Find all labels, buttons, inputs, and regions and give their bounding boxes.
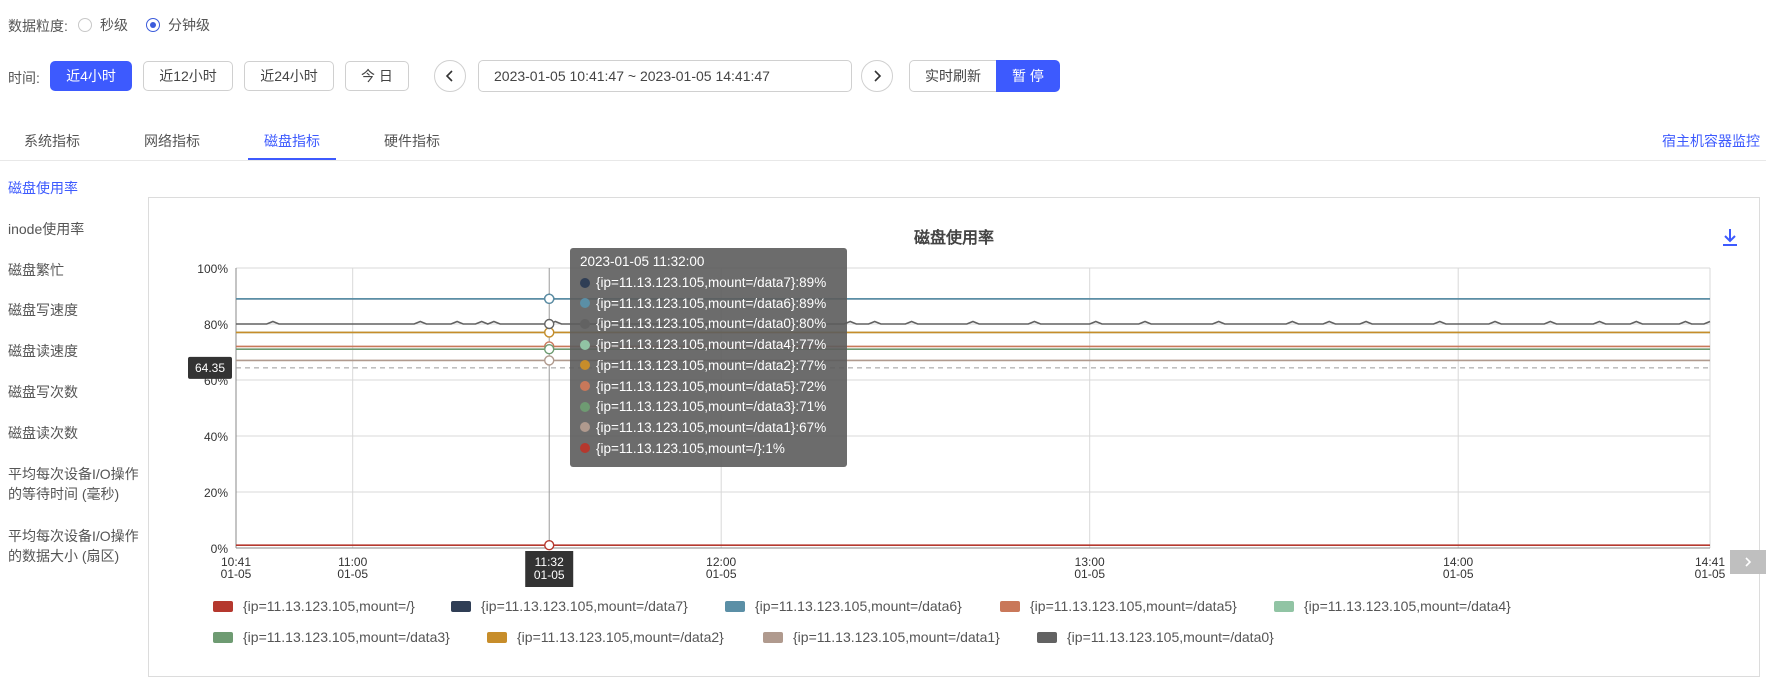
legend-item[interactable]: {ip=11.13.123.105,mount=/data4} [1274,598,1511,614]
tooltip-row-text: {ip=11.13.123.105,mount=/data5}:72% [596,378,827,394]
legend-item[interactable]: {ip=11.13.123.105,mount=/data2} [487,629,724,645]
tooltip-row-text: {ip=11.13.123.105,mount=/data2}:77% [596,357,827,373]
legend-item[interactable]: {ip=11.13.123.105,mount=/data3} [213,629,450,645]
tooltip-row-text: {ip=11.13.123.105,mount=/}:1% [596,440,785,456]
legend-swatch [213,631,233,643]
series-dot-icon [580,401,590,412]
y-tick-label: 100% [197,262,228,276]
legend-label: {ip=11.13.123.105,mount=/data6} [755,598,962,614]
tooltip-row: {ip=11.13.123.105,mount=/data6}:89% [580,296,826,311]
crosshair-point [544,293,555,304]
tooltip-row-text: {ip=11.13.123.105,mount=/data7}:89% [596,275,827,290]
legend-item[interactable]: {ip=11.13.123.105,mount=/data6} [725,598,962,614]
series-dot-icon [580,360,590,371]
legend-item[interactable]: {ip=11.13.123.105,mount=/data5} [1000,598,1237,614]
tooltip-row: {ip=11.13.123.105,mount=/}:1% [580,441,785,456]
y-tick-label: 0% [211,542,229,556]
legend-swatch [1037,631,1057,643]
x-tick-date: 01-05 [1443,567,1474,581]
tooltip-row-text: {ip=11.13.123.105,mount=/data3}:71% [596,399,827,415]
series-dot-icon [580,422,590,433]
legend-label: {ip=11.13.123.105,mount=/data7} [481,598,688,614]
legend-swatch [1000,600,1020,612]
reference-value-label: 64.35 [195,361,225,375]
tooltip-row: {ip=11.13.123.105,mount=/data2}:77% [580,358,826,373]
crosshair-point [544,344,555,355]
crosshair-date-label: 01-05 [534,568,565,582]
legend-swatch [213,600,233,612]
crosshair-point [544,355,555,366]
legend-label: {ip=11.13.123.105,mount=/data5} [1030,598,1237,614]
y-tick-label: 20% [204,486,228,500]
series-dot-icon [580,298,590,309]
y-tick-label: 40% [204,430,228,444]
legend-item[interactable]: {ip=11.13.123.105,mount=/} [213,598,415,614]
tooltip-row: {ip=11.13.123.105,mount=/data3}:71% [580,399,826,414]
legend-label: {ip=11.13.123.105,mount=/data2} [517,629,724,645]
x-tick-date: 01-05 [337,567,368,581]
legend-swatch [451,600,471,612]
legend-swatch [725,600,745,612]
x-tick-date: 01-05 [706,567,737,581]
tooltip-row-text: {ip=11.13.123.105,mount=/data6}:89% [596,295,827,311]
series-dot-icon [580,277,590,288]
legend-item[interactable]: {ip=11.13.123.105,mount=/data0} [1037,629,1274,645]
crosshair-point [544,318,555,330]
chart-tooltip: 2023-01-05 11:32:00 {ip=11.13.123.105,mo… [570,248,847,467]
tooltip-row: {ip=11.13.123.105,mount=/data5}:72% [580,379,826,394]
chevron-right-icon [1745,557,1752,567]
tooltip-row: {ip=11.13.123.105,mount=/data0}:80% [580,316,826,331]
series-dot-icon [580,339,590,350]
legend-item[interactable]: {ip=11.13.123.105,mount=/data7} [451,598,688,614]
series-dot-icon [580,381,590,391]
legend-label: {ip=11.13.123.105,mount=/} [243,598,415,614]
legend-label: {ip=11.13.123.105,mount=/data4} [1304,598,1511,614]
x-tick-date: 01-05 [1695,567,1726,581]
legend-swatch [1274,600,1294,612]
disk-usage-chart: 100%80%60%40%20%0%10:4101-0511:0001-0512… [188,262,1726,587]
tooltip-row-text: {ip=11.13.123.105,mount=/data0}:80% [596,316,827,332]
tooltip-row-text: {ip=11.13.123.105,mount=/data1}:67% [596,419,827,435]
tooltip-row: {ip=11.13.123.105,mount=/data4}:77% [580,337,826,352]
legend-swatch [487,631,507,643]
legend-label: {ip=11.13.123.105,mount=/data0} [1067,629,1274,645]
legend-item[interactable]: {ip=11.13.123.105,mount=/data1} [763,629,1000,645]
x-tick-date: 01-05 [221,567,252,581]
x-tick-date: 01-05 [1074,567,1105,581]
legend-swatch [763,631,783,643]
crosshair-time-label: 11:32 [535,555,564,569]
crosshair-point [544,327,555,338]
panel-expand-arrow[interactable] [1730,550,1766,574]
y-tick-label: 80% [204,318,228,332]
series-dot-icon [580,443,590,454]
legend-label: {ip=11.13.123.105,mount=/data1} [793,629,1000,645]
tooltip-time: 2023-01-05 11:32:00 [580,254,705,269]
crosshair-point [544,540,555,551]
legend-label: {ip=11.13.123.105,mount=/data3} [243,629,450,645]
tooltip-row-text: {ip=11.13.123.105,mount=/data4}:77% [596,337,827,353]
series-dot-icon [580,318,590,329]
tooltip-row: {ip=11.13.123.105,mount=/data7}:89% [580,275,826,290]
tooltip-row: {ip=11.13.123.105,mount=/data1}:67% [580,420,826,435]
